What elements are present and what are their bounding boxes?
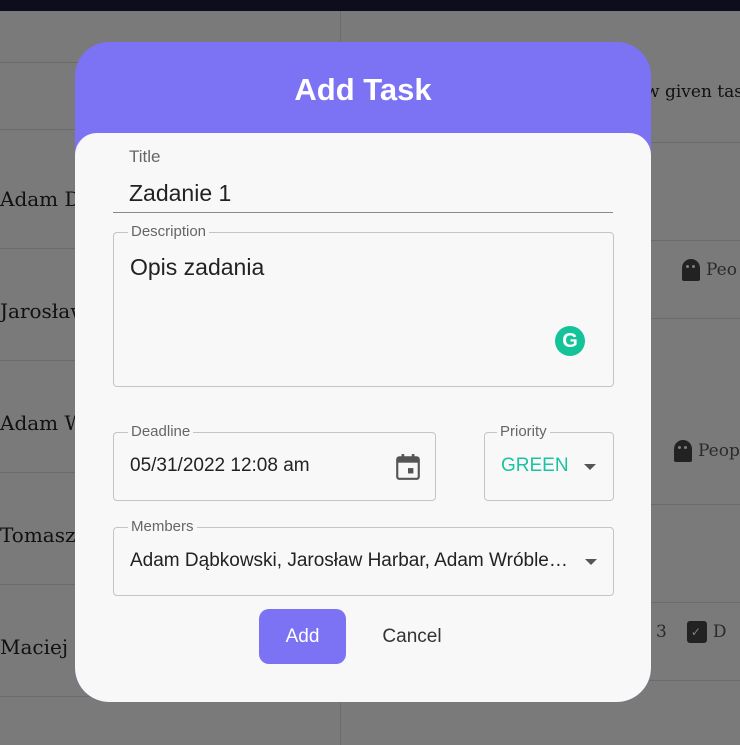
calendar-icon[interactable]: [395, 453, 421, 481]
priority-label: Priority: [497, 423, 550, 440]
priority-value: GREEN: [501, 455, 569, 476]
deadline-value: 05/31/2022 12:08 am: [130, 455, 310, 476]
title-label: Title: [129, 147, 161, 166]
grammarly-icon[interactable]: G: [555, 326, 585, 356]
priority-select[interactable]: Priority GREEN: [484, 423, 614, 501]
cancel-button[interactable]: Cancel: [370, 609, 454, 664]
members-value: Adam Dąbkowski, Jarosław Harbar, Adam Wr…: [130, 550, 580, 571]
chevron-down-icon: [585, 559, 597, 565]
add-button[interactable]: Add: [259, 609, 346, 664]
description-field[interactable]: Description Opis zadania G: [113, 223, 614, 387]
dialog-body: [75, 133, 651, 702]
description-value: Opis zadania: [130, 254, 265, 280]
deadline-label: Deadline: [128, 423, 194, 440]
members-label: Members: [128, 518, 197, 535]
title-input[interactable]: [113, 167, 613, 213]
chevron-down-icon: [584, 464, 596, 470]
description-label: Description: [128, 223, 210, 240]
members-select[interactable]: Members Adam Dąbkowski, Jarosław Harbar,…: [113, 518, 614, 596]
dialog-title: Add Task: [294, 72, 432, 107]
add-task-dialog: Add Task Title Description Opis zadania …: [75, 42, 651, 702]
deadline-field[interactable]: Deadline 05/31/2022 12:08 am: [113, 423, 436, 501]
